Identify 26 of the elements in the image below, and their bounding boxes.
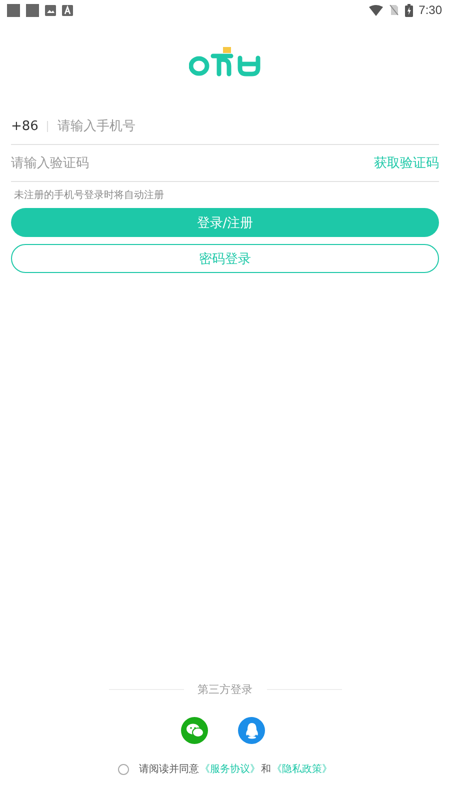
notification-icon (7, 4, 20, 16)
phone-input[interactable]: 请输入手机号 (57, 118, 439, 134)
image-icon (45, 4, 56, 16)
login-button[interactable]: 登录/注册 (11, 208, 439, 237)
no-sim-icon (388, 4, 399, 16)
logo-icon (189, 46, 261, 78)
social-login-button[interactable] (181, 717, 208, 744)
agreement-text: 和 (261, 762, 271, 776)
social-login-button[interactable] (238, 717, 265, 744)
notification-icon (26, 4, 39, 16)
agreement-text: 请阅读并同意 (139, 762, 199, 776)
code-input[interactable]: 请输入验证码 (11, 156, 374, 170)
status-time: 7:30 (418, 3, 442, 17)
country-code[interactable]: +86 (11, 118, 38, 134)
agreement-link[interactable]: 《服务协议》 (200, 762, 260, 776)
third-party-title: 第三方登录 (198, 682, 252, 697)
password-login-button[interactable]: 密码登录 (11, 244, 439, 273)
agree-radio[interactable] (118, 764, 129, 774)
app-icon (62, 4, 73, 16)
penguin-icon (244, 722, 258, 739)
agreement-link[interactable]: 《隐私政策》 (272, 762, 332, 776)
wifi-icon (368, 4, 383, 16)
get-code-link[interactable]: 获取验证码 (374, 154, 439, 172)
battery-icon (404, 4, 413, 16)
hint-text: 未注册的手机号登录时将自动注册 (14, 188, 165, 202)
chat-bubbles-icon (186, 723, 204, 738)
